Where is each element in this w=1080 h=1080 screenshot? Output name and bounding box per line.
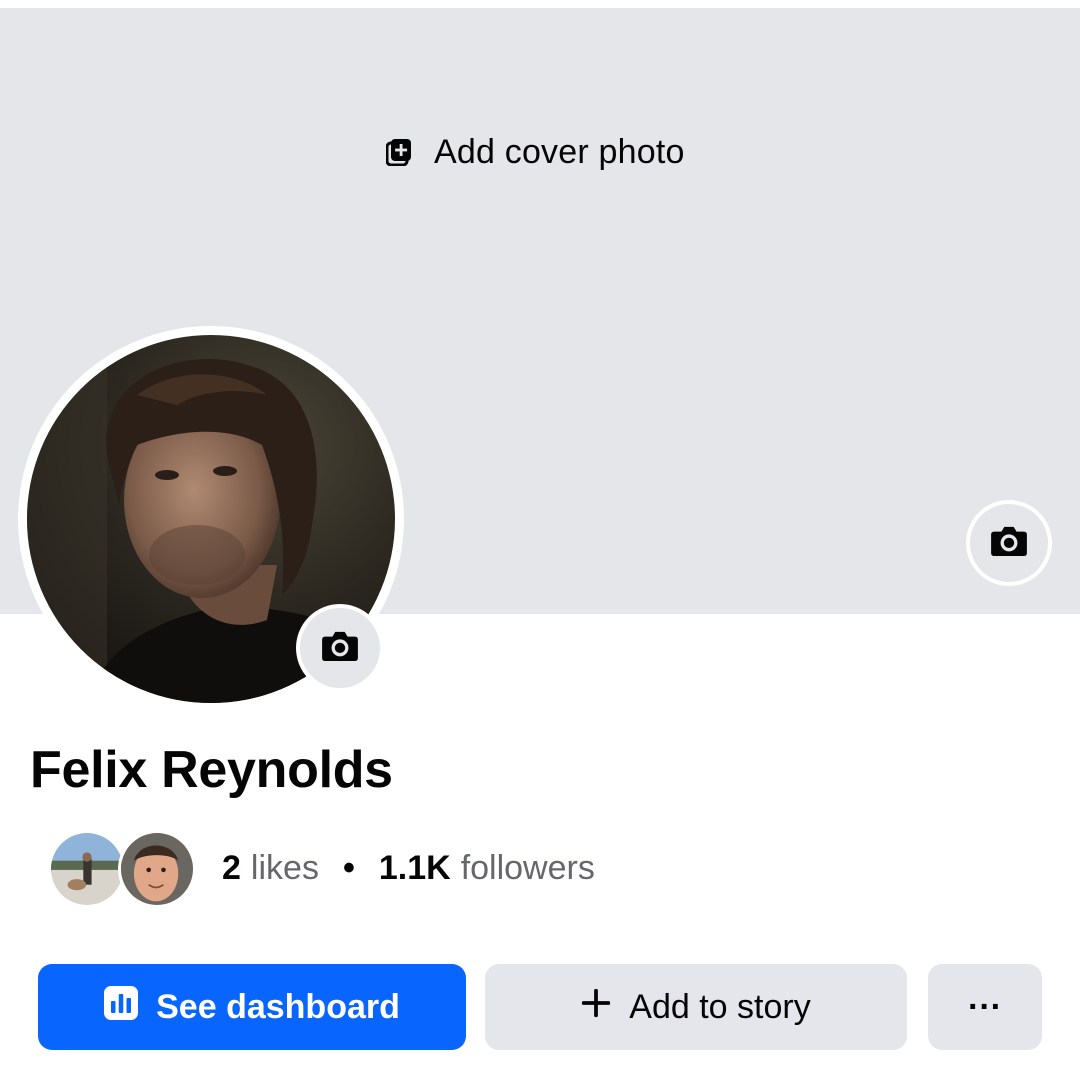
- dashboard-chart-icon: [104, 985, 139, 1029]
- follower-avatars[interactable]: [48, 828, 198, 908]
- see-dashboard-label: See dashboard: [156, 987, 400, 1026]
- edit-cover-photo-button[interactable]: [966, 500, 1052, 586]
- edit-profile-picture-button[interactable]: [296, 604, 384, 692]
- add-photo-icon: [386, 138, 412, 166]
- profile-stats: 2 likes • 1.1K followers: [222, 849, 595, 888]
- stats-row: 2 likes • 1.1K followers: [48, 828, 595, 908]
- profile-page: Add cover photo Felix Reynolds 2 likes •…: [0, 0, 1080, 1080]
- stats-separator: •: [342, 848, 355, 887]
- followers-count: 1.1K: [378, 848, 451, 887]
- add-to-story-button[interactable]: Add to story: [485, 964, 907, 1050]
- follower-avatar: [48, 830, 126, 908]
- plus-icon: [581, 988, 611, 1027]
- followers-label[interactable]: followers: [461, 849, 595, 888]
- likes-count: 2: [222, 848, 241, 887]
- more-dots-icon: ···: [968, 987, 1002, 1026]
- more-options-button[interactable]: ···: [928, 964, 1042, 1050]
- add-cover-photo-button[interactable]: Add cover photo: [386, 130, 685, 174]
- likes-label[interactable]: likes: [251, 849, 319, 888]
- camera-icon: [321, 630, 359, 667]
- profile-name: Felix Reynolds: [30, 741, 393, 799]
- camera-icon: [990, 525, 1028, 562]
- add-to-story-label: Add to story: [629, 987, 811, 1026]
- follower-avatar: [118, 830, 196, 908]
- add-cover-photo-label: Add cover photo: [434, 132, 685, 171]
- see-dashboard-button[interactable]: See dashboard: [38, 964, 466, 1050]
